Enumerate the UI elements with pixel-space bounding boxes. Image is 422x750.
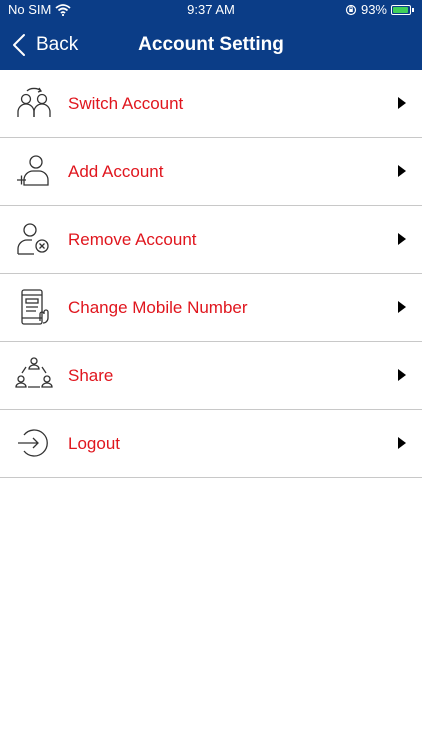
header: No SIM 9:37 AM 93% Back Account Setting: [0, 0, 422, 70]
menu-item-label: Share: [68, 366, 114, 385]
menu-item-change-mobile-number[interactable]: Change Mobile Number: [0, 274, 422, 342]
page-title: Account Setting: [138, 34, 284, 55]
orientation-lock-icon: [345, 4, 357, 16]
chevron-right-icon: [398, 369, 406, 381]
chevron-right-icon: [398, 97, 406, 109]
menu-item-label: Remove Account: [68, 230, 197, 249]
battery-icon: [391, 5, 414, 15]
account-settings-list: Switch Account Add Account Remove Accoun…: [0, 70, 422, 478]
menu-item-label: Logout: [68, 434, 120, 453]
chevron-right-icon: [398, 233, 406, 245]
share-icon: [14, 355, 54, 395]
menu-item-switch-account[interactable]: Switch Account: [0, 70, 422, 138]
chevron-right-icon: [398, 165, 406, 177]
chevron-right-icon: [398, 437, 406, 449]
switch-account-icon: [14, 83, 54, 123]
menu-item-logout[interactable]: Logout: [0, 410, 422, 478]
menu-item-add-account[interactable]: Add Account: [0, 138, 422, 206]
menu-item-label: Add Account: [68, 162, 164, 181]
menu-item-share[interactable]: Share: [0, 342, 422, 410]
menu-item-remove-account[interactable]: Remove Account: [0, 206, 422, 274]
add-account-icon: [14, 151, 54, 191]
menu-item-label: Change Mobile Number: [68, 298, 248, 317]
logout-icon: [14, 423, 54, 463]
battery-percent: 93%: [360, 2, 387, 17]
nav-bar: Back Account Setting: [0, 20, 422, 70]
status-right: 93%: [345, 0, 414, 20]
status-bar: No SIM 9:37 AM 93%: [0, 0, 422, 20]
mobile-phone-icon: [14, 287, 54, 327]
chevron-right-icon: [398, 301, 406, 313]
menu-item-label: Switch Account: [68, 94, 184, 113]
remove-account-icon: [14, 219, 54, 259]
